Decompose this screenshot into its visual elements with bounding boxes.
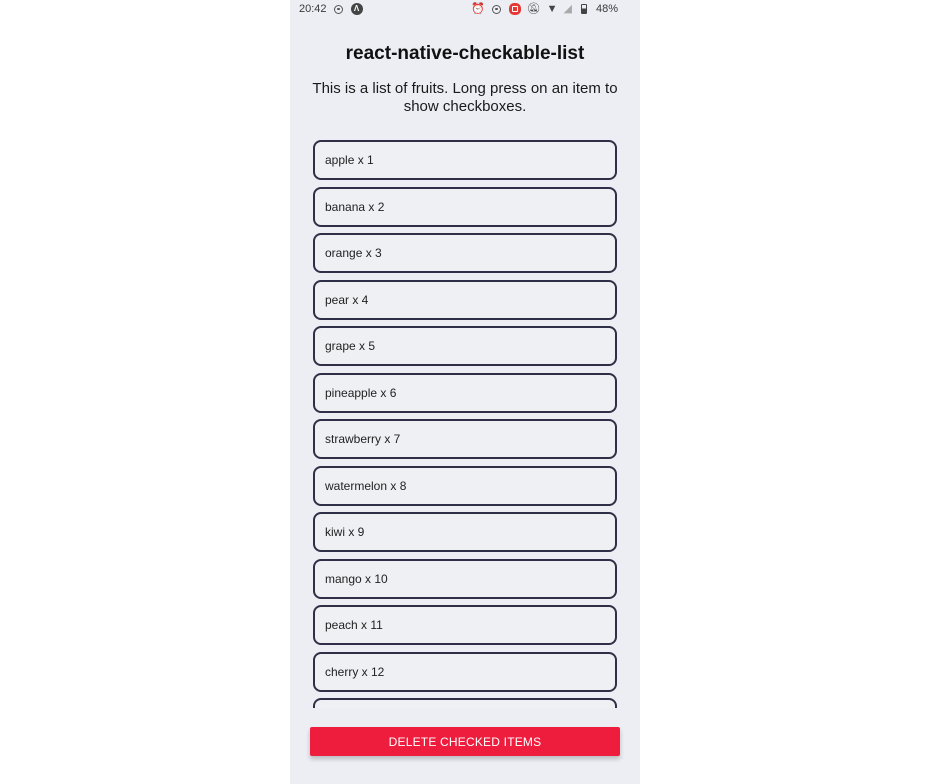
list-item[interactable]: peach x 11 — [313, 605, 617, 645]
list-item[interactable]: pear x 4 — [313, 279, 617, 320]
list-item[interactable]: cherry x 12 — [313, 651, 617, 692]
fruit-list[interactable]: apple x 1 banana x 2 orange x 3 pear x 4… — [313, 140, 617, 708]
list-item[interactable]: pineapple x 6 — [313, 372, 617, 413]
mute-icon: 🔕︎ — [526, 2, 541, 15]
list-item-label: watermelon x 8 — [325, 478, 407, 493]
list-item-label: pear x 4 — [325, 292, 369, 307]
sync-icon — [491, 3, 503, 15]
list-item-label: kiwi x 9 — [325, 525, 365, 539]
app-icon: Λ — [350, 3, 363, 15]
list-item[interactable]: apple x 1 — [313, 140, 617, 180]
battery-level: 48% — [595, 3, 618, 15]
alarm-icon: ⏰ — [470, 2, 485, 15]
page-subtitle: This is a list of fruits. Long press on … — [312, 80, 618, 115]
battery-icon — [578, 3, 590, 15]
app-screen: 20:42 Λ ⏰ 🔕︎ ▼ ◢ 48% react-native-checka… — [290, 0, 640, 784]
list-item[interactable]: mango x 10 — [313, 558, 617, 599]
list-item-label: cherry x 12 — [325, 664, 385, 679]
page-title: react-native-checkable-list — [345, 43, 585, 64]
list-item-label: banana x 2 — [325, 199, 385, 214]
list-item-label: grape x 5 — [325, 339, 376, 353]
wifi-icon: ▼ — [546, 2, 558, 15]
list-item[interactable] — [313, 698, 617, 708]
list-item[interactable]: strawberry x 7 — [313, 419, 617, 459]
list-item[interactable]: orange x 3 — [313, 233, 617, 273]
list-item-label: orange x 3 — [325, 246, 382, 260]
recording-icon — [508, 3, 521, 15]
list-item[interactable]: banana x 2 — [313, 186, 617, 227]
list-item-label: apple x 1 — [325, 153, 374, 167]
list-item-label: mango x 10 — [325, 571, 388, 586]
status-bar: 20:42 Λ ⏰ 🔕︎ ▼ ◢ 48% — [290, 0, 640, 22]
list-item[interactable]: kiwi x 9 — [313, 512, 617, 552]
status-time: 20:42 — [299, 3, 327, 15]
delete-checked-items-button[interactable]: DELETE CHECKED ITEMS — [310, 727, 620, 756]
screen-record-icon — [333, 3, 345, 15]
list-item[interactable]: grape x 5 — [313, 326, 617, 366]
list-item-label: peach x 11 — [325, 618, 383, 632]
list-item[interactable]: watermelon x 8 — [313, 465, 617, 506]
list-item-label: strawberry x 7 — [325, 432, 401, 446]
signal-icon: ◢ — [563, 2, 572, 15]
list-item-label: pineapple x 6 — [325, 385, 397, 400]
